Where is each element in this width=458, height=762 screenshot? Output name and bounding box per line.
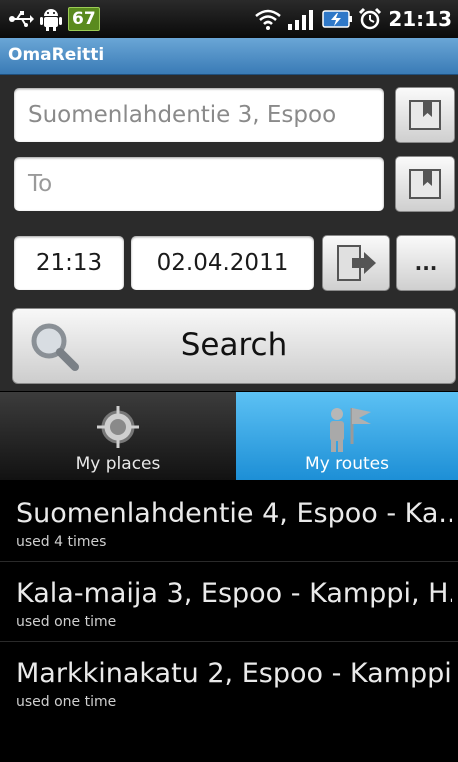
depart-arrow-icon (337, 245, 376, 281)
battery-icon (322, 10, 353, 28)
tab-my-routes[interactable]: My routes (236, 392, 458, 480)
wifi-icon (255, 9, 282, 30)
search-button-label: Search (180, 327, 288, 363)
app-title-bar: OmaReitti (0, 38, 458, 75)
date-value: 02.04.2011 (156, 250, 289, 276)
status-left: 67 (8, 6, 100, 32)
battery-percent-badge: 67 (68, 7, 100, 31)
tab-my-places[interactable]: My places (0, 392, 236, 480)
from-bookmark-button[interactable] (395, 87, 455, 143)
route-usage: used 4 times (16, 534, 107, 550)
person-flag-icon (330, 408, 371, 452)
bookmark-icon (409, 169, 441, 199)
target-icon (97, 406, 139, 448)
to-bookmark-button[interactable] (395, 156, 455, 212)
route-list: Suomenlahdentie 4, Espoo - Ka... used 4 … (0, 482, 458, 722)
route-usage: used one time (16, 614, 117, 630)
more-options-button[interactable]: ... (396, 235, 456, 291)
tab-my-places-label: My places (75, 454, 161, 474)
time-field[interactable]: 21:13 (14, 236, 124, 290)
status-bar: 67 21:13 (0, 0, 458, 38)
to-field-placeholder: To (28, 171, 53, 197)
more-options-label: ... (414, 251, 438, 275)
tab-bar: My places My routes (0, 392, 458, 480)
status-right: 21:13 (254, 6, 452, 32)
departure-mode-button[interactable] (322, 235, 390, 291)
search-button[interactable]: Search (12, 308, 456, 384)
route-title: Suomenlahdentie 4, Espoo - Ka... (16, 498, 452, 529)
alarm-icon (359, 7, 382, 30)
date-field[interactable]: 02.04.2011 (131, 236, 314, 290)
usb-icon (9, 11, 34, 27)
route-form: Suomenlahdentie 3, Espoo To 21:13 02.04.… (0, 75, 458, 391)
time-value: 21:13 (35, 250, 103, 276)
route-usage: used one time (16, 694, 117, 710)
from-field-text: Suomenlahdentie 3, Espoo (28, 102, 337, 128)
list-item[interactable]: Suomenlahdentie 4, Espoo - Ka... used 4 … (0, 482, 458, 562)
tab-my-routes-label: My routes (305, 454, 389, 474)
route-title: Kala-maija 3, Espoo - Kamppi, H... (16, 578, 452, 609)
android-icon (40, 9, 62, 31)
signal-icon (288, 10, 314, 30)
clock: 21:13 (388, 7, 452, 31)
bookmark-icon (409, 100, 441, 130)
list-item[interactable]: Kala-maija 3, Espoo - Kamppi, H... used … (0, 562, 458, 642)
list-item[interactable]: Markkinakatu 2, Espoo - Kamppi... used o… (0, 642, 458, 722)
from-field[interactable]: Suomenlahdentie 3, Espoo (14, 88, 384, 142)
app-title: OmaReitti (8, 45, 105, 65)
route-title: Markkinakatu 2, Espoo - Kamppi... (16, 658, 452, 689)
to-field[interactable]: To (14, 157, 384, 211)
